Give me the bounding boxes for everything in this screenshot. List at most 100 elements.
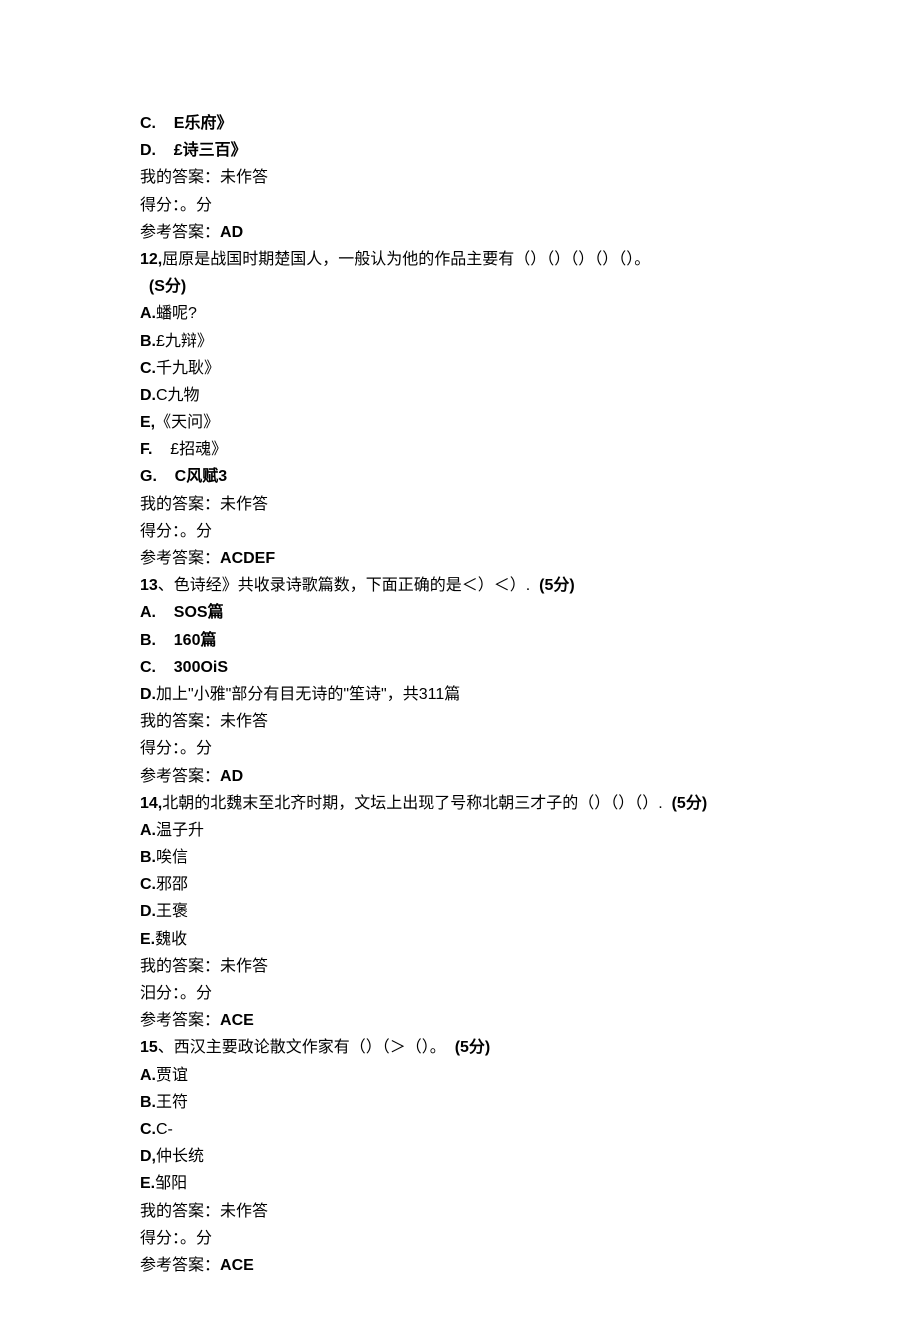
option-label: A. [140, 822, 156, 839]
stem-text: 、西汉主要政论散文作家有（）（＞（）。 [158, 1039, 446, 1056]
points-text: (S分) [149, 278, 186, 295]
ref-label: 参考答案： [140, 550, 220, 567]
ref-answer: 参考答案：AD [140, 219, 780, 246]
option-a: A.贾谊 [140, 1062, 780, 1089]
my-answer: 我的答案：未作答 [140, 164, 780, 191]
ref-label: 参考答案： [140, 768, 220, 785]
option-text: 蟠呢? [156, 305, 197, 322]
option-text: C九物 [156, 387, 200, 404]
option-b: B. 160篇 [140, 627, 780, 654]
option-d: D.加上"小雅"部分有目无诗的"笙诗"，共311篇 [140, 681, 780, 708]
option-text: 温子升 [156, 822, 204, 839]
option-label: A. [140, 1067, 156, 1084]
option-text: 唉信 [156, 849, 188, 866]
question-number: 13 [140, 577, 158, 594]
question-11-tail: C. E乐府》 D. £诗三百》 我的答案：未作答 得分：。分 参考答案：AD [140, 110, 780, 246]
option-b: B.£九辩》 [140, 328, 780, 355]
score-line: 汨分：。分 [140, 980, 780, 1007]
option-text: 160篇 [174, 632, 217, 649]
option-label: C. [140, 876, 156, 893]
points-line: (S分) [140, 273, 780, 300]
option-label: B. [140, 849, 156, 866]
question-13: 13、色诗经》共收录诗歌篇数，下面正确的是＜）＜）. (5分) A. SOS篇 … [140, 572, 780, 790]
points-text: (5分) [672, 795, 708, 812]
ref-answer: 参考答案：ACDEF [140, 545, 780, 572]
option-label: C. [140, 360, 156, 377]
option-text: £招魂》 [170, 441, 227, 458]
question-14: 14,北朝的北魏末至北齐时期，文坛上出现了号称北朝三才子的（）（）（）. (5分… [140, 790, 780, 1035]
option-label: D. [140, 142, 156, 159]
option-label: G. [140, 468, 157, 485]
ref-answer: 参考答案：ACE [140, 1252, 780, 1279]
ref-label: 参考答案： [140, 224, 220, 241]
option-b: B.王符 [140, 1089, 780, 1116]
option-text: 贾谊 [156, 1067, 188, 1084]
option-f: F. £招魂》 [140, 436, 780, 463]
option-text: 加上"小雅"部分有目无诗的"笙诗"，共311篇 [156, 686, 460, 703]
question-stem: 14,北朝的北魏末至北齐时期，文坛上出现了号称北朝三才子的（）（）（）. (5分… [140, 790, 780, 817]
ref-value: AD [220, 224, 243, 241]
option-text: £九辩》 [156, 333, 213, 350]
points-text: (5分) [539, 577, 575, 594]
my-answer: 我的答案：未作答 [140, 708, 780, 735]
stem-text: 北朝的北魏末至北齐时期，文坛上出现了号称北朝三才子的（）（）（）. [162, 795, 662, 812]
option-d: D,仲长统 [140, 1143, 780, 1170]
option-g: G. C风赋3 [140, 463, 780, 490]
option-b: B.唉信 [140, 844, 780, 871]
option-label: D. [140, 686, 156, 703]
option-text: E乐府》 [174, 115, 233, 132]
option-label: C. [140, 115, 156, 132]
question-stem: 13、色诗经》共收录诗歌篇数，下面正确的是＜）＜）. (5分) [140, 572, 780, 599]
option-label: A. [140, 604, 156, 621]
option-text: C风赋3 [175, 468, 227, 485]
my-answer: 我的答案：未作答 [140, 953, 780, 980]
question-number: 15 [140, 1039, 158, 1056]
stem-text: 屈原是战国时期楚国人，一般认为他的作品主要有（）（）（）（）（）。 [162, 251, 650, 268]
option-label: E, [140, 414, 155, 431]
option-c: C.C- [140, 1116, 780, 1143]
option-c: C.邪邵 [140, 871, 780, 898]
option-label: E. [140, 931, 155, 948]
ref-value: ACE [220, 1012, 254, 1029]
option-text: C- [156, 1121, 173, 1138]
question-number: 12, [140, 251, 162, 268]
score-line: 得分：。分 [140, 192, 780, 219]
option-text: 仲长统 [156, 1148, 204, 1165]
option-d: D.C九物 [140, 382, 780, 409]
score-line: 得分：。分 [140, 1225, 780, 1252]
option-d: D.王褒 [140, 898, 780, 925]
ref-value: AD [220, 768, 243, 785]
option-label: B. [140, 333, 156, 350]
score-line: 得分：。分 [140, 735, 780, 762]
option-e: E.魏收 [140, 926, 780, 953]
question-stem: 12,屈原是战国时期楚国人，一般认为他的作品主要有（）（）（）（）（）。 [140, 246, 780, 273]
option-text: 邹阳 [155, 1175, 187, 1192]
option-label: D. [140, 903, 156, 920]
question-12: 12,屈原是战国时期楚国人，一般认为他的作品主要有（）（）（）（）（）。 (S分… [140, 246, 780, 572]
option-label: F. [140, 441, 152, 458]
option-text: 《天问》 [155, 414, 219, 431]
document-page: C. E乐府》 D. £诗三百》 我的答案：未作答 得分：。分 参考答案：AD … [0, 0, 920, 1329]
option-label: B. [140, 1094, 156, 1111]
option-c: C.千九耿》 [140, 355, 780, 382]
option-e: E,《天问》 [140, 409, 780, 436]
ref-label: 参考答案： [140, 1012, 220, 1029]
option-text: 王褒 [156, 903, 188, 920]
option-text: £诗三百》 [174, 142, 247, 159]
question-number: 14, [140, 795, 162, 812]
option-label: E. [140, 1175, 155, 1192]
option-label: D, [140, 1148, 156, 1165]
option-a: A. SOS篇 [140, 599, 780, 626]
option-c: C. E乐府》 [140, 110, 780, 137]
points-text: (5分) [455, 1039, 491, 1056]
ref-answer: 参考答案：ACE [140, 1007, 780, 1034]
option-text: SOS篇 [174, 604, 224, 621]
option-c: C. 300OiS [140, 654, 780, 681]
option-e: E.邹阳 [140, 1170, 780, 1197]
ref-value: ACE [220, 1257, 254, 1274]
option-label: C. [140, 659, 156, 676]
question-stem: 15、西汉主要政论散文作家有（）（＞（）。 (5分) [140, 1034, 780, 1061]
my-answer: 我的答案：未作答 [140, 491, 780, 518]
option-a: A.蟠呢? [140, 300, 780, 327]
option-label: C. [140, 1121, 156, 1138]
